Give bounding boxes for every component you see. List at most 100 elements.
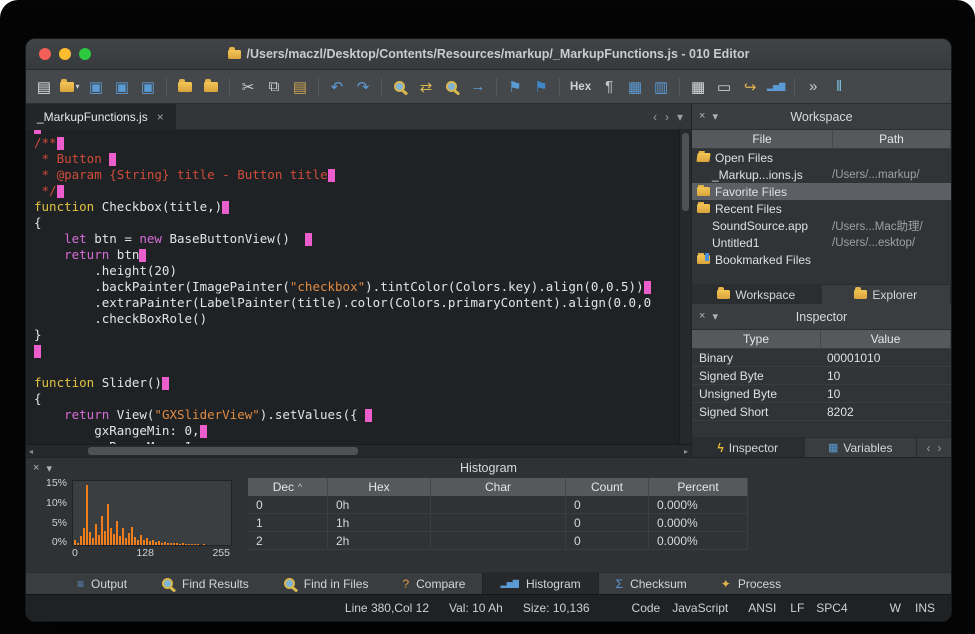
inspector-tab-next-icon[interactable]: › <box>938 441 942 455</box>
workspace-row[interactable]: Open Files <box>692 149 951 166</box>
goto-icon[interactable]: → <box>468 76 488 98</box>
paste-icon[interactable]: ▤ <box>290 76 310 98</box>
inspector-row[interactable]: Signed Byte10 <box>692 367 951 385</box>
code-line[interactable]: .height(20) <box>34 263 680 279</box>
copy-icon[interactable]: ⧉ <box>264 76 284 98</box>
bottom-tab-histogram[interactable]: ▂▅▇Histogram <box>482 573 598 594</box>
tab-scroll-left-icon[interactable]: ‹ <box>653 110 657 124</box>
minimize-window-button[interactable] <box>59 48 71 60</box>
save-icon[interactable]: ▣ <box>86 76 106 98</box>
save-as-icon[interactable]: ▣ <box>112 76 132 98</box>
pause-icon[interactable]: ‖ <box>829 76 849 98</box>
horizontal-scrollbar-thumb[interactable] <box>88 447 358 455</box>
code-line[interactable]: .checkBoxRole() <box>34 311 680 327</box>
variables-tab[interactable]: ▦ Variables <box>805 438 918 457</box>
workspace-tab[interactable]: Workspace <box>692 285 822 304</box>
tab-list-icon[interactable]: ▾ <box>677 110 683 124</box>
histogram-close-icon[interactable]: × <box>33 462 39 475</box>
histogram-col-percent[interactable]: Percent <box>649 478 748 496</box>
histogram-col-char[interactable]: Char <box>431 478 566 496</box>
code-line[interactable]: { <box>34 391 680 407</box>
find-in-files-icon[interactable] <box>442 76 462 98</box>
undo-icon[interactable]: ↶ <box>327 76 347 98</box>
histogram-table-row[interactable]: 11h00.000% <box>248 514 748 532</box>
status-charset[interactable]: ANSI <box>748 601 776 615</box>
histogram-col-count[interactable]: Count <box>566 478 649 496</box>
code-line[interactable]: /** <box>34 135 680 151</box>
tab-scroll-right-icon[interactable]: › <box>665 110 669 124</box>
inspector-close-icon[interactable]: × <box>699 310 705 323</box>
save-all-icon[interactable]: ▣ <box>138 76 158 98</box>
workspace-row[interactable]: _Markup...ions.js/Users/...markup/ <box>692 166 951 183</box>
bookmark-icon[interactable]: ⚑ <box>505 76 525 98</box>
tab-markupfunctions[interactable]: _MarkupFunctions.js × <box>26 104 176 129</box>
replace-icon[interactable]: ⇄ <box>416 76 436 98</box>
status-line-col[interactable]: Line 380,Col 12 <box>345 601 429 615</box>
inspector-tab-prev-icon[interactable]: ‹ <box>927 441 931 455</box>
inspector-col-type[interactable]: Type <box>692 330 821 348</box>
editor-vertical-scrollbar[interactable] <box>679 130 691 444</box>
workspace-close-icon[interactable]: × <box>699 110 705 123</box>
new-folder-icon[interactable] <box>175 76 195 98</box>
new-file-icon[interactable]: ▤ <box>34 76 54 98</box>
redo-icon[interactable]: ↷ <box>353 76 373 98</box>
code-line[interactable]: .backPainter(ImagePainter("checkbox").ti… <box>34 279 680 295</box>
workspace-row[interactable]: Favorite Files <box>692 183 951 200</box>
jump-icon[interactable]: ↪ <box>740 76 760 98</box>
inspector-row[interactable]: Signed Short8202 <box>692 403 951 421</box>
hscroll-left-arrow-icon[interactable]: ◂ <box>29 447 33 456</box>
hex-mode-button[interactable]: Hex <box>568 76 593 98</box>
workspace-col-path[interactable]: Path <box>833 130 951 148</box>
status-line-ending[interactable]: LF <box>790 601 804 615</box>
histogram-table-row[interactable]: 00h00.000% <box>248 496 748 514</box>
workspace-col-file[interactable]: File <box>692 130 833 148</box>
find-icon[interactable] <box>390 76 410 98</box>
bottom-tab-checksum[interactable]: ΣChecksum <box>599 573 704 594</box>
code-line[interactable]: function Slider() <box>34 375 680 391</box>
column-grid-icon[interactable]: ▥ <box>651 76 671 98</box>
hscroll-right-arrow-icon[interactable]: ▸ <box>684 447 688 456</box>
inspector-row[interactable]: Binary00001010 <box>692 349 951 367</box>
explorer-tab[interactable]: Explorer <box>822 285 952 304</box>
printer-icon[interactable]: ▭ <box>714 76 734 98</box>
code-line[interactable]: } <box>34 327 680 343</box>
code-area[interactable]: /** * Button * @param {String} title - B… <box>26 130 680 444</box>
code-line[interactable] <box>34 359 680 375</box>
bottom-tab-compare[interactable]: ?Compare <box>385 573 482 594</box>
code-line[interactable]: { <box>34 215 680 231</box>
chart-icon[interactable]: ▂▅▇ <box>766 76 786 98</box>
code-line[interactable]: return View("GXSliderView").setValues({ <box>34 407 680 423</box>
code-line[interactable]: * Button <box>34 151 680 167</box>
vertical-scrollbar-thumb[interactable] <box>682 133 689 211</box>
zoom-window-button[interactable] <box>79 48 91 60</box>
overflow-icon[interactable]: » <box>803 76 823 98</box>
inspector-menu-icon[interactable]: ▾ <box>712 310 718 323</box>
code-line[interactable]: let btn = new BaseButtonView() <box>34 231 680 247</box>
workspace-menu-icon[interactable]: ▾ <box>712 110 718 123</box>
status-size[interactable]: Size: 10,136 <box>523 601 590 615</box>
workspace-row[interactable]: Untitled1/Users/...esktop/ <box>692 234 951 251</box>
code-line[interactable]: function Checkbox(title,) <box>34 199 680 215</box>
histogram-menu-icon[interactable]: ▾ <box>46 462 52 475</box>
status-insert-mode[interactable]: INS <box>915 601 935 615</box>
bookmarks-list-icon[interactable]: ⚑ <box>531 76 551 98</box>
code-line[interactable]: * @param {String} title - Button title <box>34 167 680 183</box>
workspace-row[interactable]: Recent Files <box>692 200 951 217</box>
code-line[interactable]: gxRangeMin: 0, <box>34 423 680 439</box>
histogram-table-row[interactable]: 22h00.000% <box>248 532 748 550</box>
workspace-row[interactable]: Bookmarked Files <box>692 251 951 268</box>
status-language[interactable]: JavaScript <box>672 601 728 615</box>
calculator-icon[interactable]: ▦ <box>688 76 708 98</box>
histogram-col-hex[interactable]: Hex <box>328 478 431 496</box>
inspector-row[interactable]: Unsigned Byte10 <box>692 385 951 403</box>
cut-icon[interactable]: ✂ <box>238 76 258 98</box>
bottom-tab-find-in-files[interactable]: Find in Files <box>266 573 386 594</box>
open-file-icon[interactable]: ▾ <box>60 76 80 98</box>
byte-grid-icon[interactable]: ▦ <box>625 76 645 98</box>
inspector-tab[interactable]: ϟ Inspector <box>692 438 805 457</box>
inspector-col-value[interactable]: Value <box>821 330 951 348</box>
status-spacing[interactable]: SPC4 <box>816 601 847 615</box>
bottom-tab-process[interactable]: ✦Process <box>704 573 798 594</box>
editor-horizontal-scrollbar[interactable]: ◂ ▸ <box>26 444 691 457</box>
status-value[interactable]: Val: 10 Ah <box>449 601 503 615</box>
